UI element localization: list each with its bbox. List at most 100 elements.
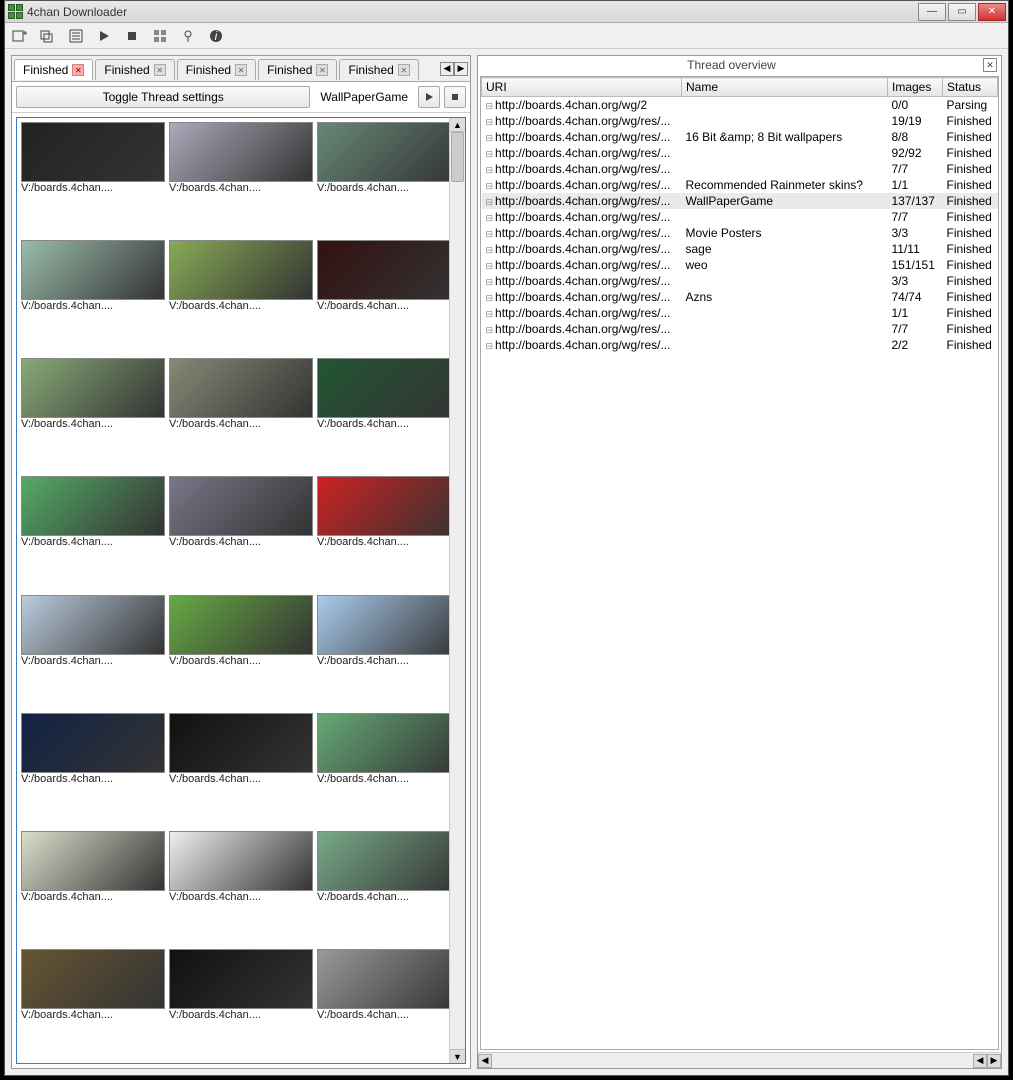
- add-thread-icon[interactable]: [11, 27, 29, 45]
- thumbnail-image[interactable]: [317, 831, 461, 891]
- grid-icon[interactable]: [151, 27, 169, 45]
- gallery-scrollbar[interactable]: ▲ ▼: [449, 118, 465, 1063]
- thumbnail-item[interactable]: V:/boards.4chan....: [169, 476, 313, 586]
- thumbnail-image[interactable]: [21, 476, 165, 536]
- settings-icon[interactable]: [179, 27, 197, 45]
- tab-close-icon[interactable]: ✕: [316, 64, 328, 76]
- thumbnail-item[interactable]: V:/boards.4chan....: [21, 595, 165, 705]
- table-row[interactable]: ⊟http://boards.4chan.org/wg/res/...sage1…: [482, 241, 998, 257]
- thumbnail-item[interactable]: V:/boards.4chan....: [169, 831, 313, 941]
- thumbnail-image[interactable]: [317, 358, 461, 418]
- thumbnail-item[interactable]: V:/boards.4chan....: [21, 358, 165, 468]
- thumbnail-item[interactable]: V:/boards.4chan....: [21, 240, 165, 350]
- table-row[interactable]: ⊟http://boards.4chan.org/wg/res/...3/3Fi…: [482, 273, 998, 289]
- titlebar[interactable]: 4chan Downloader — ▭ ✕: [5, 1, 1008, 23]
- thumbnail-item[interactable]: V:/boards.4chan....: [21, 476, 165, 586]
- thumbnail-item[interactable]: V:/boards.4chan....: [317, 122, 461, 232]
- thumbnail-image[interactable]: [317, 240, 461, 300]
- tab-finished[interactable]: Finished✕: [177, 59, 256, 80]
- info-icon[interactable]: i: [207, 27, 225, 45]
- tab-finished[interactable]: Finished✕: [258, 59, 337, 80]
- thumbnail-item[interactable]: V:/boards.4chan....: [21, 949, 165, 1059]
- thumbnail-item[interactable]: V:/boards.4chan....: [169, 358, 313, 468]
- tab-finished[interactable]: Finished✕: [95, 59, 174, 80]
- table-row[interactable]: ⊟http://boards.4chan.org/wg/res/...weo15…: [482, 257, 998, 273]
- table-row[interactable]: ⊟http://boards.4chan.org/wg/res/...7/7Fi…: [482, 209, 998, 225]
- overview-close-icon[interactable]: ✕: [983, 58, 997, 72]
- table-row[interactable]: ⊟http://boards.4chan.org/wg/res/...19/19…: [482, 113, 998, 129]
- table-row[interactable]: ⊟http://boards.4chan.org/wg/res/...7/7Fi…: [482, 321, 998, 337]
- thumbnail-image[interactable]: [21, 713, 165, 773]
- tab-close-icon[interactable]: ✕: [154, 64, 166, 76]
- minimize-button[interactable]: —: [918, 3, 946, 21]
- tab-close-icon[interactable]: ✕: [72, 64, 84, 76]
- thumbnail-image[interactable]: [21, 240, 165, 300]
- col-status[interactable]: Status: [943, 78, 998, 97]
- thumbnail-item[interactable]: V:/boards.4chan....: [21, 713, 165, 823]
- thumbnail-image[interactable]: [317, 595, 461, 655]
- thumbnail-image[interactable]: [169, 122, 313, 182]
- thumbnail-image[interactable]: [169, 713, 313, 773]
- hscroll-right-icon[interactable]: ◀: [973, 1054, 987, 1068]
- table-row[interactable]: ⊟http://boards.4chan.org/wg/res/...16 Bi…: [482, 129, 998, 145]
- table-row[interactable]: ⊟http://boards.4chan.org/wg/res/...Azns7…: [482, 289, 998, 305]
- close-button[interactable]: ✕: [978, 3, 1006, 21]
- table-row[interactable]: ⊟http://boards.4chan.org/wg/res/...92/92…: [482, 145, 998, 161]
- tab-close-icon[interactable]: ✕: [398, 64, 410, 76]
- thumbnail-image[interactable]: [169, 240, 313, 300]
- thumbnail-image[interactable]: [21, 831, 165, 891]
- tab-finished[interactable]: Finished✕: [14, 59, 93, 80]
- thumbnail-image[interactable]: [317, 713, 461, 773]
- thumbnail-item[interactable]: V:/boards.4chan....: [21, 831, 165, 941]
- tab-close-icon[interactable]: ✕: [235, 64, 247, 76]
- thumbnail-item[interactable]: V:/boards.4chan....: [317, 476, 461, 586]
- table-row[interactable]: ⊟http://boards.4chan.org/wg/res/...7/7Fi…: [482, 161, 998, 177]
- table-row[interactable]: ⊟http://boards.4chan.org/wg/res/...WallP…: [482, 193, 998, 209]
- thumbnail-gallery[interactable]: V:/boards.4chan....V:/boards.4chan....V:…: [16, 117, 466, 1064]
- thumbnail-image[interactable]: [21, 595, 165, 655]
- play-button[interactable]: [418, 86, 440, 108]
- thumbnail-item[interactable]: V:/boards.4chan....: [317, 713, 461, 823]
- tab-finished[interactable]: Finished✕: [339, 59, 418, 80]
- thread-table[interactable]: URI Name Images Status ⊟http://boards.4c…: [480, 76, 999, 1050]
- play-all-icon[interactable]: [95, 27, 113, 45]
- thumbnail-item[interactable]: V:/boards.4chan....: [169, 949, 313, 1059]
- thumbnail-item[interactable]: V:/boards.4chan....: [169, 240, 313, 350]
- hscroll-left-icon[interactable]: ◀: [478, 1054, 492, 1068]
- stop-all-icon[interactable]: [123, 27, 141, 45]
- scroll-handle[interactable]: [451, 132, 464, 182]
- thumbnail-image[interactable]: [317, 949, 461, 1009]
- thumbnail-image[interactable]: [169, 831, 313, 891]
- thumbnail-image[interactable]: [317, 476, 461, 536]
- tab-scroll-left-icon[interactable]: ◀: [440, 62, 454, 76]
- maximize-button[interactable]: ▭: [948, 3, 976, 21]
- hscroll-right2-icon[interactable]: ▶: [987, 1054, 1001, 1068]
- thumbnail-image[interactable]: [169, 476, 313, 536]
- toggle-settings-button[interactable]: Toggle Thread settings: [16, 86, 310, 108]
- thumbnail-image[interactable]: [317, 122, 461, 182]
- table-row[interactable]: ⊟http://boards.4chan.org/wg/res/...Movie…: [482, 225, 998, 241]
- thumbnail-item[interactable]: V:/boards.4chan....: [21, 122, 165, 232]
- col-name[interactable]: Name: [682, 78, 888, 97]
- add-multi-icon[interactable]: [39, 27, 57, 45]
- thumbnail-item[interactable]: V:/boards.4chan....: [317, 240, 461, 350]
- thumbnail-image[interactable]: [21, 949, 165, 1009]
- thumbnail-image[interactable]: [21, 358, 165, 418]
- col-images[interactable]: Images: [888, 78, 943, 97]
- table-row[interactable]: ⊟http://boards.4chan.org/wg/res/...2/2Fi…: [482, 337, 998, 353]
- thumbnail-item[interactable]: V:/boards.4chan....: [317, 949, 461, 1059]
- thumbnail-item[interactable]: V:/boards.4chan....: [169, 713, 313, 823]
- thumbnail-item[interactable]: V:/boards.4chan....: [317, 358, 461, 468]
- table-hscrollbar[interactable]: ◀ ◀ ▶: [478, 1052, 1001, 1068]
- thumbnail-item[interactable]: V:/boards.4chan....: [169, 122, 313, 232]
- thumbnail-image[interactable]: [169, 949, 313, 1009]
- list-icon[interactable]: [67, 27, 85, 45]
- scroll-down-icon[interactable]: ▼: [450, 1049, 465, 1063]
- table-row[interactable]: ⊟http://boards.4chan.org/wg/20/0Parsing: [482, 97, 998, 114]
- thumbnail-image[interactable]: [169, 358, 313, 418]
- tab-scroll-right-icon[interactable]: ▶: [454, 62, 468, 76]
- thumbnail-item[interactable]: V:/boards.4chan....: [317, 595, 461, 705]
- col-uri[interactable]: URI: [482, 78, 682, 97]
- table-row[interactable]: ⊟http://boards.4chan.org/wg/res/...Recom…: [482, 177, 998, 193]
- scroll-up-icon[interactable]: ▲: [450, 118, 465, 132]
